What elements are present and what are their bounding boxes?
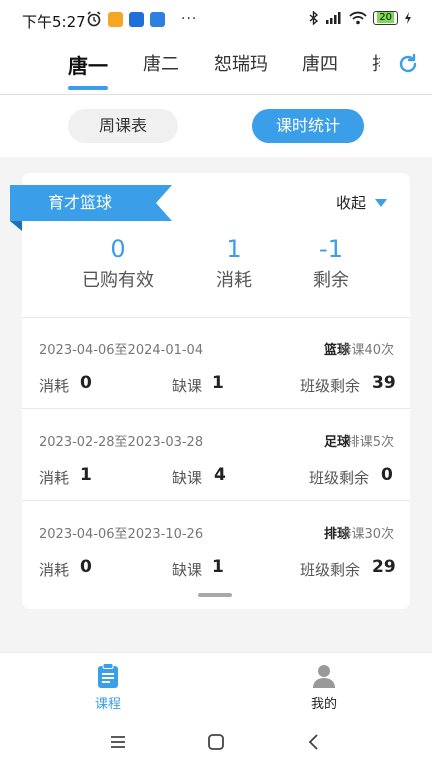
- date-range: 2023-02-28至2023-03-28: [39, 435, 204, 450]
- consumed-value: 0: [80, 373, 92, 393]
- tab-class-1[interactable]: 唐一: [68, 50, 108, 79]
- signal-icon: [326, 12, 341, 24]
- course-title: 育才篮球: [47, 193, 112, 212]
- nav-course-label: 课程: [94, 697, 121, 712]
- app-notification-icon: [150, 11, 165, 27]
- remain-value: 0: [381, 465, 393, 485]
- remain-label: 班级剩余: [300, 561, 361, 579]
- absent-value: 1: [212, 373, 224, 393]
- divider: [22, 500, 410, 501]
- tab-class-4[interactable]: 唐四: [302, 50, 338, 76]
- schedule-count: 排课5次: [346, 435, 394, 450]
- drag-handle[interactable]: [198, 593, 232, 597]
- lesson-stats-button[interactable]: 课时统计: [252, 109, 364, 143]
- course-title-ribbon: 育才篮球: [10, 185, 172, 231]
- nav-course[interactable]: 课程: [68, 663, 148, 712]
- clipboard-icon: [98, 663, 118, 688]
- stat-value: 0: [110, 235, 126, 263]
- menu-icon[interactable]: [108, 732, 128, 752]
- consumed-label: 消耗: [39, 561, 70, 579]
- absent-label: 缺课: [172, 469, 203, 487]
- schedule-count: 排课30次: [338, 527, 394, 542]
- charging-icon: [405, 12, 411, 24]
- app-notification-icon: [129, 11, 144, 27]
- consumed-value: 0: [80, 557, 92, 577]
- app-notification-icon: [108, 11, 123, 27]
- divider: [22, 408, 410, 409]
- status-icons-left: ···: [86, 11, 197, 27]
- back-icon[interactable]: [304, 732, 324, 752]
- consumed-label: 消耗: [39, 469, 70, 487]
- stat-label: 已购有效: [82, 270, 154, 291]
- collapse-toggle[interactable]: 收起: [336, 192, 388, 213]
- stat-value: -1: [319, 235, 343, 263]
- absent-label: 缺课: [172, 377, 203, 395]
- absent-label: 缺课: [172, 561, 203, 579]
- status-time: 下午5:27: [22, 13, 86, 31]
- divider: [22, 317, 410, 318]
- remain-label: 班级剩余: [300, 377, 361, 395]
- list-item: 2023-04-06至2024-01-04 篮球 排课40次 消耗 0 缺课 1…: [22, 319, 410, 411]
- bottom-nav: 课程 我的: [0, 652, 432, 717]
- refresh-icon[interactable]: [396, 52, 420, 76]
- home-icon[interactable]: [206, 732, 226, 752]
- user-icon: [313, 665, 335, 688]
- more-notifications-icon: ···: [181, 11, 198, 27]
- stat-purchased: 0 已购有效: [58, 231, 178, 295]
- wifi-icon: [349, 11, 367, 25]
- class-tabs: 唐一 唐二 恕瑞玛 唐四 排: [0, 40, 432, 95]
- list-item: 2023-02-28至2023-03-28 足球 排课5次 消耗 1 缺课 4 …: [22, 411, 410, 503]
- list-item: 2023-04-06至2023-10-26 排球 排课30次 消耗 0 缺课 1…: [22, 503, 410, 595]
- alarm-icon: [87, 11, 101, 27]
- tab-class-3[interactable]: 恕瑞玛: [214, 50, 268, 76]
- course-stats-card: 育才篮球 收起 0 已购有效 1 消耗 -1 剩余 2023-04-06至202…: [10, 173, 410, 609]
- bluetooth-icon: [309, 11, 319, 25]
- status-icons-right: 20: [309, 11, 412, 25]
- system-nav-bar: [0, 716, 432, 768]
- remain-value: 39: [372, 373, 396, 393]
- active-tab-indicator: [68, 86, 108, 90]
- collapse-label: 收起: [335, 194, 366, 212]
- stat-label: 剩余: [313, 270, 349, 291]
- triangle-down-icon: [375, 198, 387, 207]
- tab-class-5[interactable]: 排: [372, 50, 380, 76]
- schedule-count: 排课40次: [338, 343, 394, 358]
- nav-me[interactable]: 我的: [284, 663, 364, 712]
- consumed-label: 消耗: [39, 377, 70, 395]
- status-bar: 下午5:27 ··· 20: [0, 0, 432, 40]
- battery-icon: 20: [373, 11, 398, 25]
- weekly-schedule-button[interactable]: 周课表: [68, 109, 178, 143]
- tab-class-2[interactable]: 唐二: [143, 50, 179, 76]
- remain-value: 29: [372, 557, 396, 577]
- date-range: 2023-04-06至2023-10-26: [39, 527, 204, 542]
- absent-value: 4: [214, 465, 226, 485]
- view-switcher: 周课表 课时统计: [0, 95, 432, 157]
- remain-label: 班级剩余: [309, 469, 370, 487]
- stat-remaining: -1 剩余: [271, 231, 391, 295]
- nav-me-label: 我的: [310, 697, 337, 712]
- summary-stats: 0 已购有效 1 消耗 -1 剩余: [22, 231, 410, 311]
- consumed-value: 1: [80, 465, 92, 485]
- date-range: 2023-04-06至2024-01-04: [39, 343, 204, 358]
- absent-value: 1: [212, 557, 224, 577]
